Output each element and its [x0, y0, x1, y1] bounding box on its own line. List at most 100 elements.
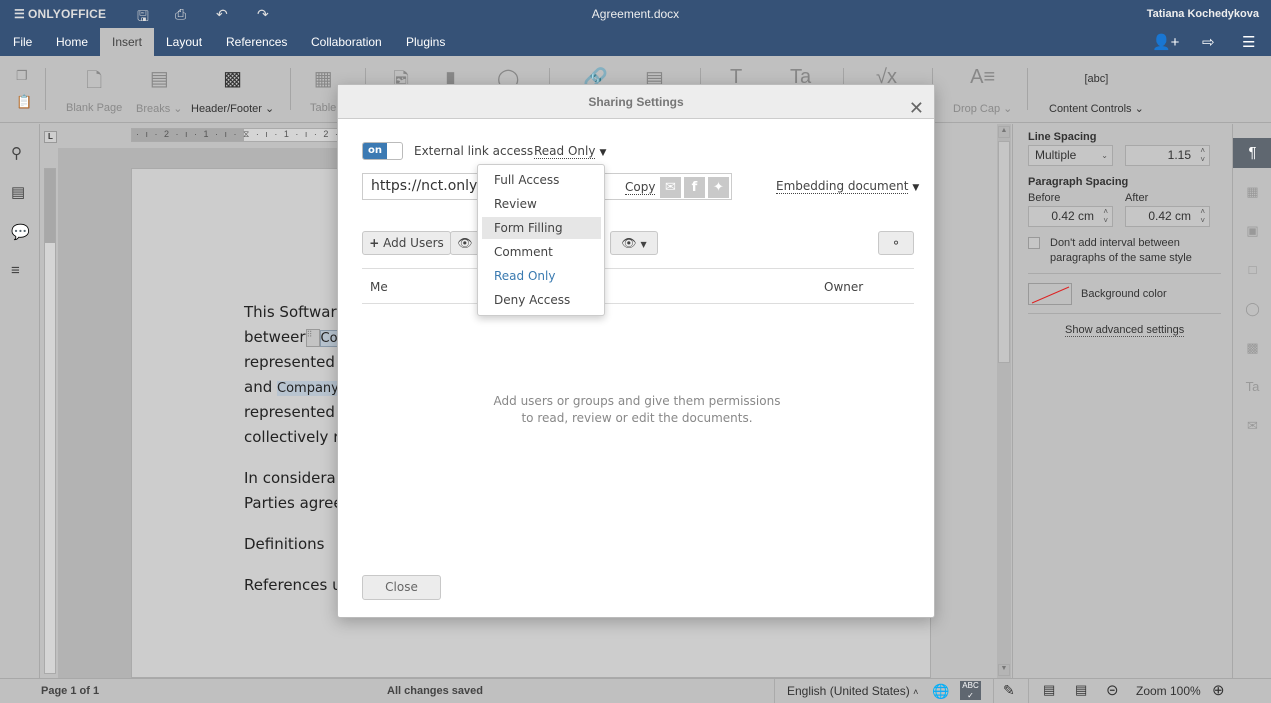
spacing-after-input[interactable]: 0.42 cm ˄ ˅ — [1125, 206, 1210, 227]
zoom-level[interactable]: Zoom 100% — [1136, 684, 1201, 698]
chat-icon[interactable]: 💬 — [11, 223, 30, 241]
doc-paragraph-line[interactable]: collectively r — [244, 428, 339, 446]
sharing-user-role: Owner — [824, 280, 864, 294]
drop-cap-button[interactable]: A≡ Drop Cap ⌄ — [953, 66, 1012, 115]
copy-link[interactable]: Copy — [625, 180, 656, 195]
image-settings-icon[interactable]: ▣ — [1233, 216, 1271, 246]
status-bar: Page 1 of 1 All changes saved English (U… — [0, 678, 1271, 703]
search-icon[interactable]: ⚲ — [11, 144, 22, 162]
doc-paragraph-line[interactable]: and Company — [244, 378, 339, 396]
user-name[interactable]: Tatiana Kochedykova — [1147, 8, 1259, 20]
background-color-swatch[interactable] — [1028, 283, 1072, 305]
page-indicator[interactable]: Page 1 of 1 — [41, 685, 99, 697]
close-icon[interactable]: ✕ — [909, 91, 924, 125]
add-user-icon[interactable]: 👤+ — [1152, 33, 1179, 51]
scroll-up-icon[interactable]: ▲ — [998, 126, 1010, 138]
menu-item-review[interactable]: Review — [482, 193, 601, 215]
blank-page-icon: 🗋 — [86, 70, 103, 92]
background-color-label: Background color — [1081, 288, 1167, 300]
menu-item-comment[interactable]: Comment — [482, 241, 601, 263]
external-link-toggle[interactable]: on — [362, 142, 403, 160]
line-spacing-value-input[interactable]: 1.15 ˄ ˅ — [1125, 145, 1210, 166]
mail-merge-icon[interactable]: ✉ — [1233, 411, 1271, 441]
open-location-icon[interactable]: ⇨ — [1202, 33, 1215, 51]
tab-home[interactable]: Home — [48, 28, 96, 56]
doc-paragraph-line[interactable]: Parties agree — [244, 494, 343, 512]
track-changes-icon[interactable]: ✎ — [1003, 682, 1015, 699]
text-art-settings-icon[interactable]: Ta — [1233, 372, 1271, 402]
dont-add-interval-checkbox[interactable] — [1028, 237, 1040, 249]
access-level-dropdown[interactable]: Read Only ▼ — [534, 144, 606, 159]
menu-item-full-access[interactable]: Full Access — [482, 169, 601, 191]
drop-cap-label: Drop Cap ⌄ — [953, 103, 1013, 115]
tab-collaboration[interactable]: Collaboration — [303, 28, 390, 56]
line-spacing-type-select[interactable]: Multiple ⌄ — [1028, 145, 1113, 166]
show-advanced-settings-link[interactable]: Show advanced settings — [1065, 324, 1185, 337]
table-button[interactable]: ▦ Table — [310, 66, 336, 114]
scrollbar-thumb[interactable] — [998, 141, 1010, 363]
doc-heading[interactable]: Definitions — [244, 535, 324, 553]
twitter-icon[interactable]: ✦ — [708, 177, 729, 198]
copy-icon[interactable]: ❐ — [16, 68, 28, 84]
add-users-button[interactable]: + Add Users — [362, 231, 451, 255]
facebook-icon[interactable]: f — [684, 177, 705, 198]
menu-item-form-filling[interactable]: Form Filling — [482, 217, 601, 239]
doc-paragraph-line[interactable]: represented — [244, 403, 335, 421]
globe-icon[interactable]: 🌐 — [932, 683, 949, 700]
line-spacing-label: Line Spacing — [1028, 131, 1097, 143]
fit-page-icon[interactable]: ▤ — [1043, 682, 1055, 698]
doc-paragraph-line[interactable]: This Softwar — [244, 303, 337, 321]
embedding-document-dropdown[interactable]: Embedding document ▼ — [776, 179, 919, 194]
breaks-button[interactable]: ▤ Breaks ⌄ — [136, 66, 183, 115]
spinner-icon[interactable]: ˄ ˅ — [1103, 207, 1108, 225]
paste-icon[interactable]: 📋 — [16, 94, 32, 110]
content-control-handle[interactable]: ⠿ — [305, 328, 320, 347]
caret-down-icon: ▼ — [640, 240, 647, 249]
menu-item-deny-access[interactable]: Deny Access — [482, 289, 601, 311]
tab-layout[interactable]: Layout — [158, 28, 210, 56]
link-button[interactable]: ⚬ — [878, 231, 914, 255]
vertical-scrollbar[interactable]: ▲ ▼ — [997, 124, 1011, 678]
tab-insert[interactable]: Insert — [100, 28, 155, 56]
navigation-icon[interactable]: ≡ — [11, 262, 20, 279]
content-control[interactable]: Company — [277, 381, 339, 396]
header-footer-settings-icon[interactable]: □ — [1233, 255, 1271, 285]
tab-file[interactable]: File — [5, 28, 40, 56]
comments-icon[interactable]: ▤ — [11, 183, 25, 201]
spinner-icon[interactable]: ˄ ˅ — [1200, 207, 1205, 225]
close-button[interactable]: Close — [362, 575, 441, 600]
email-icon[interactable]: ✉ — [660, 177, 681, 198]
doc-paragraph-line[interactable]: In considera — [244, 469, 336, 487]
spinner-icon[interactable]: ˄ ˅ — [1200, 146, 1205, 164]
fit-width-icon[interactable]: ▤ — [1075, 682, 1087, 698]
blank-page-button[interactable]: 🗋 Blank Page — [66, 66, 122, 114]
permission-filter-button[interactable]: 👁 — [450, 231, 480, 255]
access-level-menu: Full Access Review Form Filling Comment … — [477, 164, 605, 316]
spacing-before-input[interactable]: 0.42 cm ˄ ˅ — [1028, 206, 1113, 227]
permission-select-button[interactable]: 👁 ▼ — [610, 231, 658, 255]
content-control[interactable]: Co — [319, 330, 339, 347]
doc-paragraph-line[interactable]: References u — [244, 576, 342, 594]
zoom-out-icon[interactable]: ⊝ — [1106, 681, 1119, 699]
chart-settings-icon[interactable]: ▩ — [1233, 333, 1271, 363]
language-select[interactable]: English (United States) ˄ — [787, 684, 918, 698]
spellcheck-icon[interactable]: ABC ✓ — [960, 681, 981, 700]
content-controls-button[interactable]: [abc] Content Controls ⌄ — [1049, 66, 1144, 115]
vertical-ruler[interactable] — [44, 168, 56, 674]
share-url-input[interactable]: https://nct.onlyo — [371, 178, 486, 194]
header-footer-button[interactable]: ▩ Header/Footer ⌄ — [191, 66, 274, 115]
doc-paragraph-line[interactable]: represented — [244, 353, 335, 371]
tab-references[interactable]: References — [218, 28, 295, 56]
doc-paragraph-line[interactable]: betweer⠿ Co — [244, 328, 339, 347]
tab-stop-selector[interactable]: L — [44, 131, 57, 143]
before-label: Before — [1028, 192, 1061, 204]
zoom-in-icon[interactable]: ⊕ — [1212, 681, 1225, 699]
external-link-label: External link access — [414, 144, 534, 158]
tab-plugins[interactable]: Plugins — [398, 28, 453, 56]
menu-item-read-only[interactable]: Read Only — [482, 265, 601, 287]
table-settings-icon[interactable]: ▦ — [1233, 177, 1271, 207]
hamburger-menu-icon[interactable]: ☰ — [1242, 33, 1255, 51]
paragraph-settings-icon[interactable]: ¶ — [1233, 138, 1271, 168]
shape-settings-icon[interactable]: ◯ — [1233, 294, 1271, 324]
scroll-down-icon[interactable]: ▼ — [998, 664, 1010, 676]
